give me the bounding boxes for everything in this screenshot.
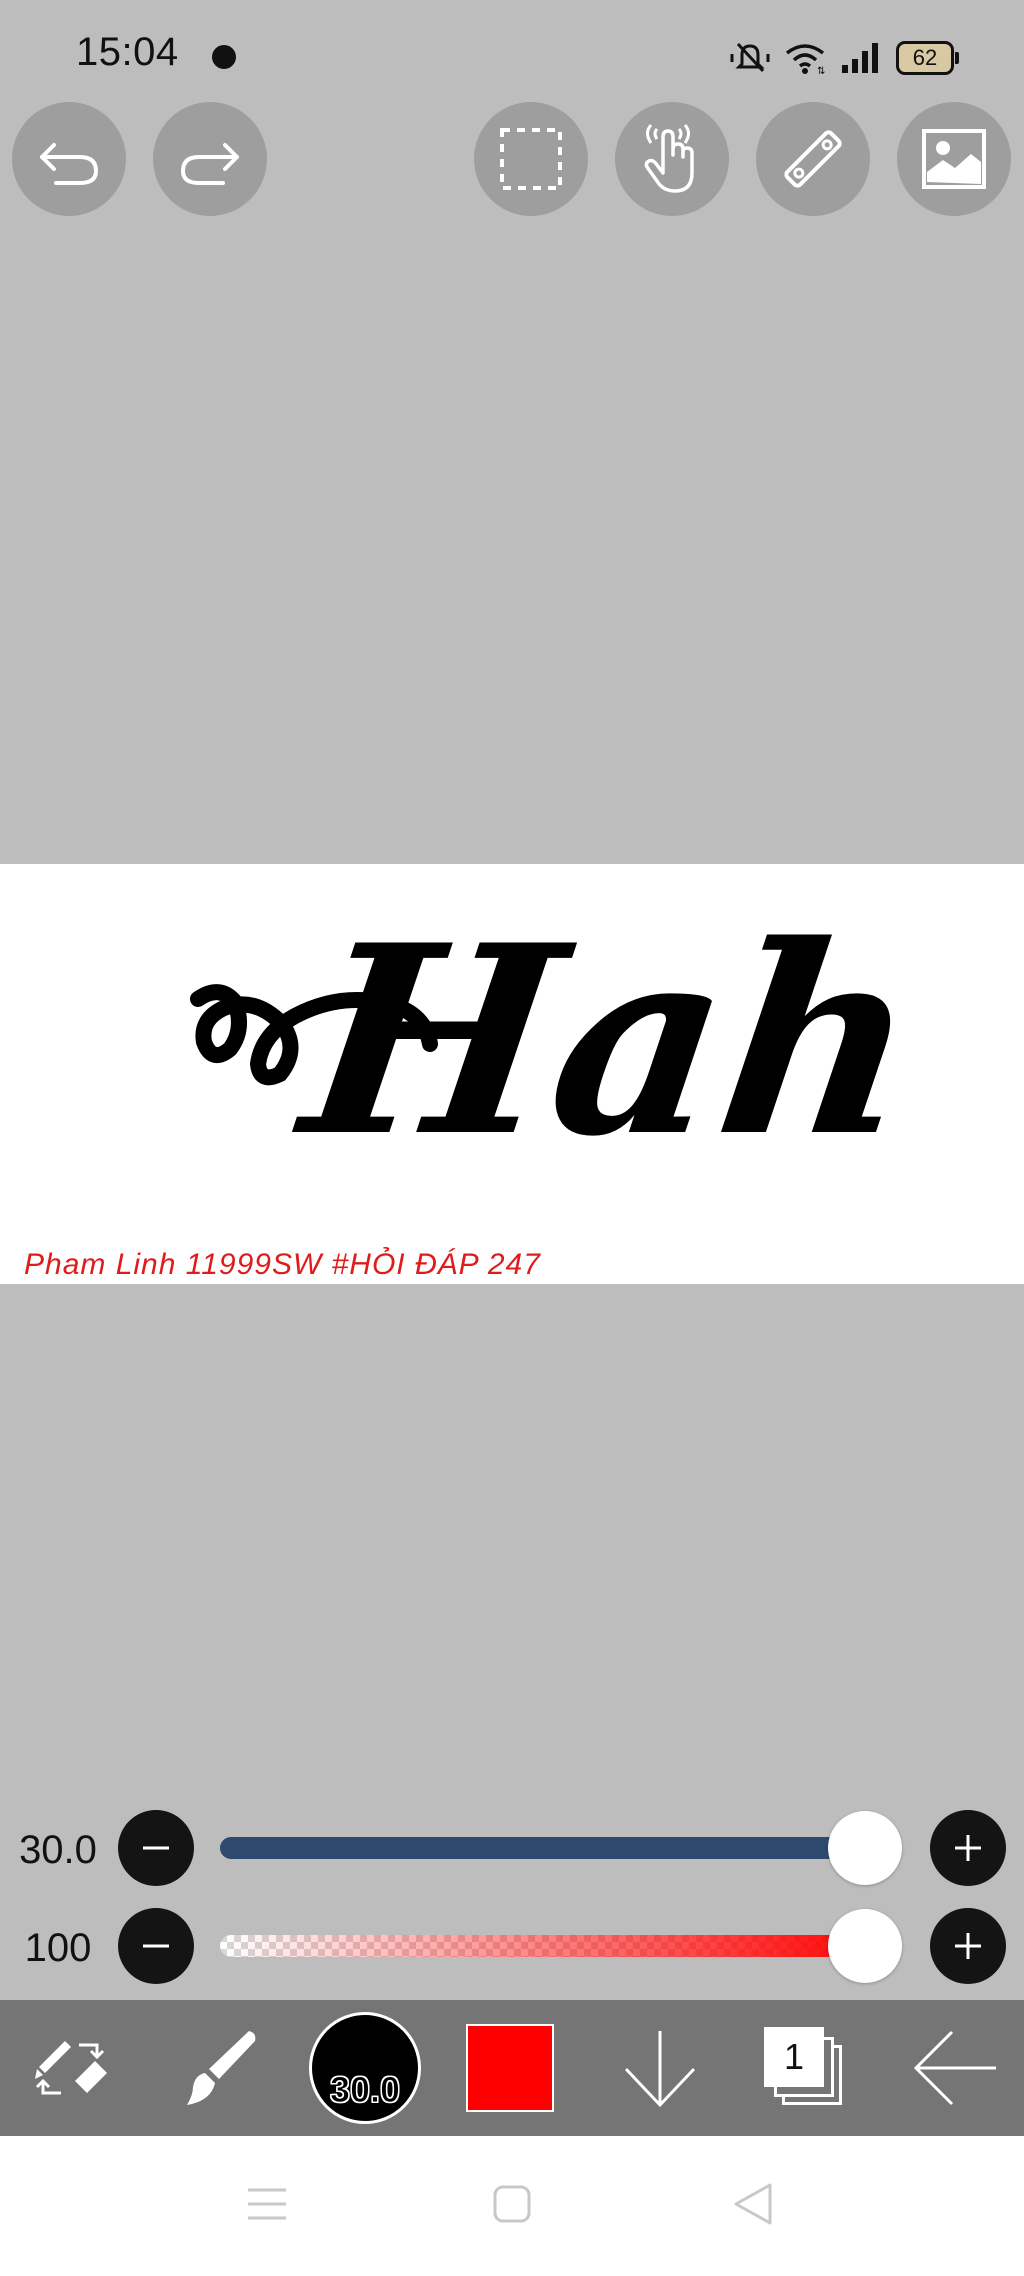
status-time: 15:04 (76, 30, 179, 74)
selection-icon (500, 128, 562, 190)
canvas-caption: Pham Linh 11999SW #HỎI ĐÁP 247 (24, 1248, 541, 1281)
redo-button[interactable] (153, 102, 267, 216)
ruler-button[interactable] (756, 102, 870, 216)
brush-size-decrease-button[interactable] (118, 1810, 194, 1886)
menu-icon[interactable] (246, 2186, 288, 2222)
drawing-canvas[interactable]: Hah Pham Linh 11999SW #HỎI ĐÁP 247 (0, 864, 1024, 1284)
opacity-slider-row: 100 (0, 1908, 1024, 1988)
redo-icon (180, 143, 239, 185)
minus-icon (143, 1846, 169, 1850)
layer-count: 1 (764, 2027, 824, 2087)
brush-size-track[interactable] (220, 1837, 884, 1859)
layers-icon: 1 (764, 2027, 846, 2109)
swap-tool-icon (35, 2041, 107, 2095)
plus-icon (955, 1835, 981, 1861)
wifi-icon: ⇅ (785, 44, 825, 75)
back-icon[interactable] (732, 2182, 774, 2226)
opacity-decrease-button[interactable] (118, 1908, 194, 1984)
hand-icon (644, 124, 694, 193)
system-nav-bar (0, 2136, 1024, 2276)
back-button[interactable] (895, 2000, 1015, 2136)
brush-size-value: 30.0 (19, 1828, 97, 1872)
brush-size-slider-row: 30.0 (0, 1810, 1024, 1890)
cellular-signal-icon (842, 43, 878, 73)
brush-size-button[interactable]: 30.0 (305, 2000, 425, 2136)
selection-button[interactable] (474, 102, 588, 216)
canvas-artwork-text: Hah (281, 904, 910, 1194)
brush-size-increase-button[interactable] (930, 1810, 1006, 1886)
status-bar: 15:04 ⇅ 62 (0, 0, 1024, 100)
image-icon (922, 129, 986, 189)
battery-level: 62 (912, 45, 938, 70)
opacity-increase-button[interactable] (930, 1908, 1006, 1984)
brush-icon (187, 2031, 256, 2105)
notification-dot-icon (212, 45, 236, 69)
opacity-value: 100 (24, 1926, 92, 1970)
ruler-icon (784, 130, 842, 188)
brush-size-icon: 30.0 (309, 2012, 421, 2124)
bottom-toolbar: 30.0 1 (0, 2000, 1024, 2136)
undo-icon (40, 143, 99, 185)
color-swatch (466, 2024, 554, 2112)
status-icons: ⇅ 62 (730, 30, 959, 86)
undo-button[interactable] (12, 102, 126, 216)
mute-icon (730, 42, 770, 73)
brush-size-label: 30.0 (329, 2069, 401, 2111)
opacity-thumb[interactable] (828, 1909, 902, 1983)
minus-icon (143, 1944, 169, 1948)
download-icon (624, 2031, 696, 2108)
brush-size-thumb[interactable] (828, 1811, 902, 1885)
hand-tool-button[interactable] (615, 102, 729, 216)
image-button[interactable] (897, 102, 1011, 216)
home-icon[interactable] (492, 2184, 532, 2224)
color-button[interactable] (450, 2000, 570, 2136)
back-arrow-icon (913, 2030, 996, 2106)
battery-icon: 62 (896, 41, 959, 75)
svg-text:⇅: ⇅ (817, 66, 825, 75)
layers-button[interactable]: 1 (745, 2000, 865, 2136)
canvas-artwork: Hah (190, 904, 910, 1194)
download-button[interactable] (600, 2000, 720, 2136)
swap-tool-button[interactable] (10, 2000, 130, 2136)
plus-icon (955, 1933, 981, 1959)
brush-button[interactable] (160, 2000, 280, 2136)
opacity-track[interactable] (220, 1935, 884, 1957)
